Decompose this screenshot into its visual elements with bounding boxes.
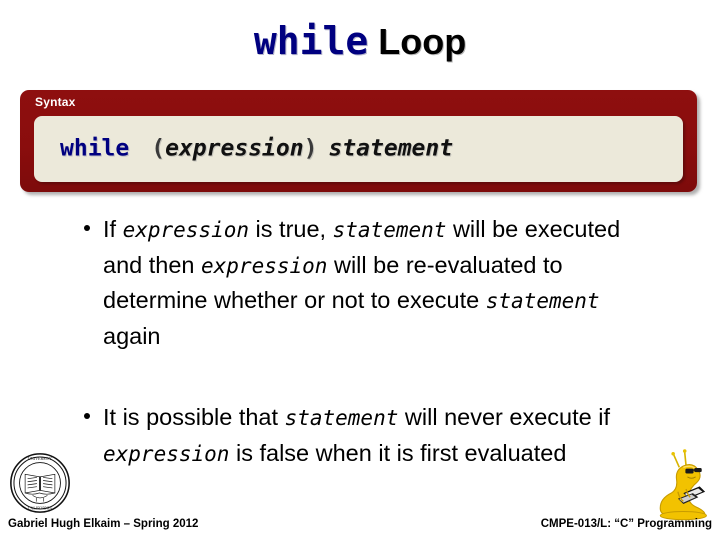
banana-slug-mascot-icon [659, 449, 707, 521]
inline-text: will never execute if [398, 404, 610, 430]
university-seal-icon: UNIVERSITY CALIFORNIA [10, 453, 70, 513]
list-item: It is possible that statement will never… [62, 400, 662, 471]
code-keyword-while: while [60, 135, 130, 162]
inline-text: again [103, 322, 161, 349]
footer-author: Gabriel Hugh Elkaim – Spring 2012 [8, 518, 199, 530]
bullet-dot-icon [84, 413, 90, 419]
inline-code-term: expression [201, 253, 328, 278]
code-open-paren: ( [151, 135, 166, 162]
inline-text: is true, [249, 216, 333, 242]
inline-code-term: statement [332, 218, 447, 242]
footer-course: CMPE-013/L: “C” Programming [540, 518, 712, 530]
code-placeholder-statement: statement [328, 135, 454, 162]
inline-text: is false when it is first evaluated [229, 439, 567, 466]
code-placeholder-expression: expression [165, 135, 304, 162]
bullet-dot-icon [84, 225, 90, 231]
inline-code-term: expression [103, 441, 230, 466]
syntax-code-panel: while (expression) statement [34, 116, 683, 182]
bullet-list: If expression is true, statement will be… [62, 212, 662, 471]
syntax-label: Syntax [35, 95, 76, 109]
inline-code-term: statement [284, 406, 399, 430]
page-title-rest: Loop [378, 21, 467, 62]
list-item: If expression is true, statement will be… [62, 212, 662, 353]
syntax-callout-box: Syntax while (expression) statement [20, 90, 697, 192]
list-item-text: It is possible that statement will never… [103, 404, 610, 466]
inline-code-term: expression [122, 218, 250, 242]
page-title: while Loop [0, 22, 720, 60]
inline-text: If [103, 216, 123, 242]
svg-text:CALIFORNIA: CALIFORNIA [28, 506, 52, 511]
syntax-code-line: while (expression) statement [60, 135, 454, 162]
list-item-text: If expression is true, statement will be… [103, 216, 620, 349]
page-title-keyword: while [253, 19, 369, 63]
code-close-paren: ) [303, 135, 318, 162]
inline-text: It is possible that [103, 404, 285, 430]
inline-code-term: statement [485, 289, 600, 313]
svg-text:UNIVERSITY: UNIVERSITY [28, 456, 52, 461]
